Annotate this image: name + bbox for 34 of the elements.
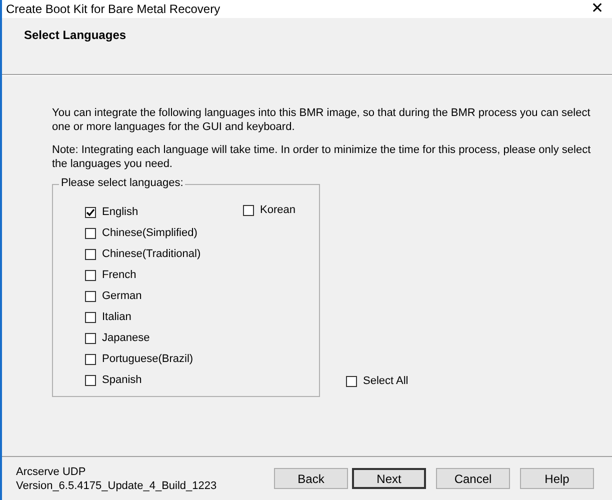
checkbox[interactable]: [243, 204, 254, 216]
language-checkbox-label[interactable]: Spanish: [102, 374, 142, 386]
description-text: You can integrate the following languages into this BMR image, so that during the BMR process you can select one or more languages for the GUI and keyboard.: [52, 106, 592, 134]
page-title: Select Languages: [24, 28, 128, 42]
close-icon[interactable]: ✕: [583, 0, 612, 18]
checkbox[interactable]: [85, 206, 96, 218]
language-checkbox-label[interactable]: English: [102, 206, 138, 218]
checkbox[interactable]: [85, 374, 96, 386]
language-checkbox-label[interactable]: French: [102, 269, 136, 281]
select-all-label[interactable]: Select All: [363, 375, 408, 387]
wizard-button[interactable]: Back: [274, 468, 348, 489]
language-checkbox-label[interactable]: Japanese: [102, 332, 150, 344]
group-legend: Please select languages:: [59, 177, 186, 189]
language-checkbox-label[interactable]: Korean: [260, 204, 296, 216]
checkbox[interactable]: [85, 332, 96, 344]
checkbox[interactable]: [346, 376, 357, 386]
wizard-button[interactable]: Next: [352, 468, 426, 489]
checkbox[interactable]: [85, 290, 96, 302]
language-checkbox-label[interactable]: Portuguese(Brazil): [102, 353, 194, 365]
description-text: Note: Integrating each language will take time. In order to minimize the time for this process, please only select the languages you need.: [52, 143, 592, 171]
product-name: Arcserve UDP: [16, 464, 87, 478]
language-checkbox-label[interactable]: Chinese(Traditional): [102, 248, 201, 260]
language-checkbox-label[interactable]: Italian: [102, 311, 132, 323]
wizard-button[interactable]: Help: [520, 468, 594, 489]
checkbox[interactable]: [85, 228, 96, 238]
checkbox[interactable]: [85, 270, 96, 280]
checkbox[interactable]: [85, 248, 96, 260]
checkbox[interactable]: [85, 354, 96, 364]
checkbox[interactable]: [85, 312, 96, 322]
window-title: Create Boot Kit for Bare Metal Recovery: [6, 2, 220, 16]
language-checkbox-label[interactable]: Chinese(Simplified): [102, 227, 198, 239]
language-checkbox-label[interactable]: German: [102, 290, 142, 302]
wizard-button[interactable]: Cancel: [436, 468, 510, 489]
version-text: Version_6.5.4175_Update_4_Build_1223: [16, 478, 217, 492]
